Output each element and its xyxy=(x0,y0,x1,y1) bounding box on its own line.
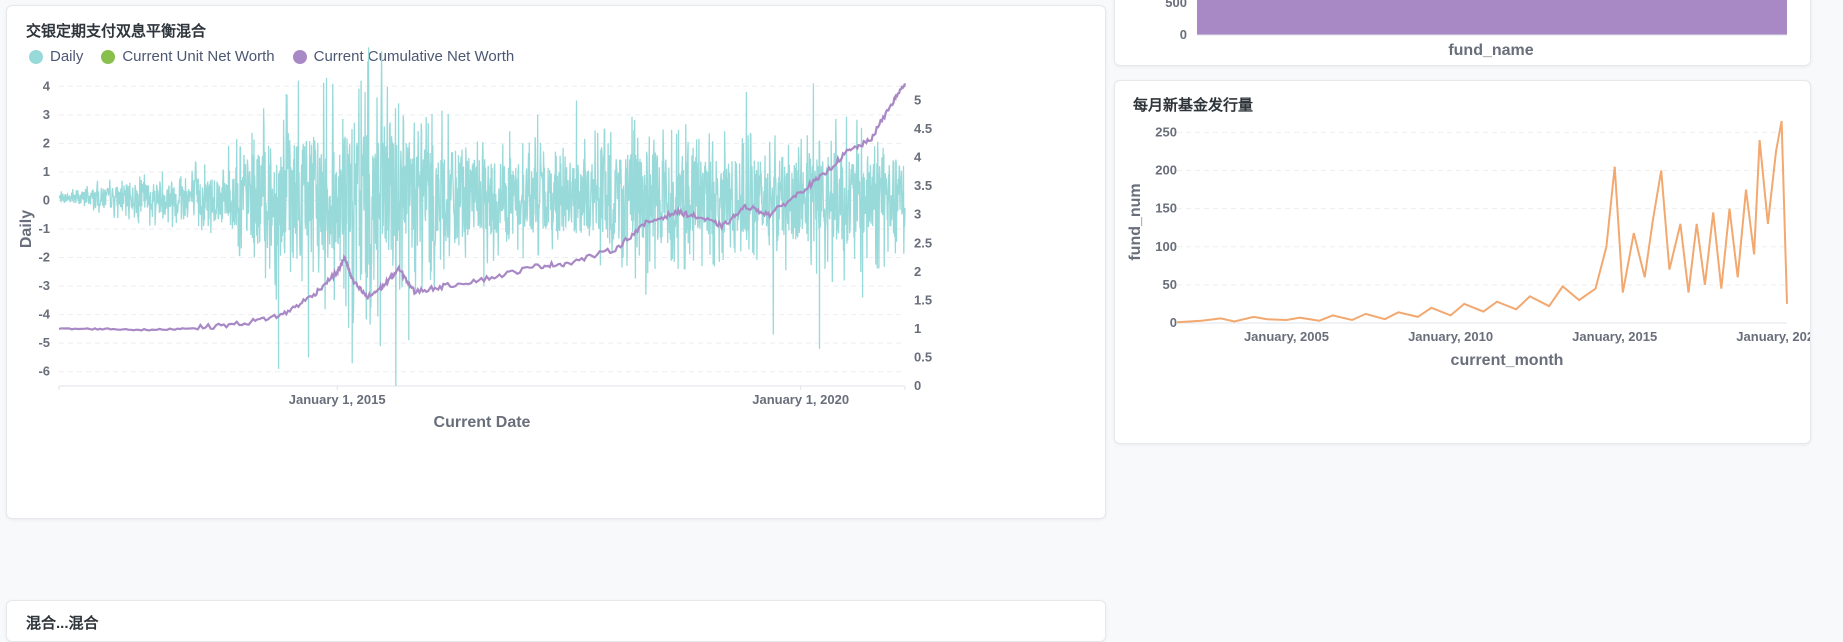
x-tick-label: January, 2010 xyxy=(1408,329,1493,344)
x-tick-label: January 1, 2020 xyxy=(752,392,849,407)
fund-name-bar-chart: 500 0 fund_name xyxy=(1165,0,1787,59)
x-axis-title: fund_name xyxy=(1448,42,1533,59)
y2-tick-label: 3.5 xyxy=(914,178,932,193)
main-chart-card: 交银定期支付双息平衡混合 Daily Current Unit Net Wort… xyxy=(6,5,1106,519)
card-title: 混合...混合 xyxy=(26,615,99,632)
y-tick-label: -1 xyxy=(38,221,50,236)
series-line-fund-num xyxy=(1176,120,1788,324)
y2-tick-label: 2 xyxy=(914,264,921,279)
y-tick-label: 0 xyxy=(1180,27,1187,42)
monthly-funds-line-chart: 250 200 150 100 50 0 January, 2005 January, 201… xyxy=(1127,120,1810,369)
y-tick-label: -5 xyxy=(38,335,50,350)
y-tick-label: -4 xyxy=(38,307,50,322)
y-axis-title: Daily xyxy=(18,210,35,248)
y2-tick-label: 5 xyxy=(914,93,921,108)
y2-tick-label: 0.5 xyxy=(914,349,932,364)
x-axis-title: current_month xyxy=(1451,352,1564,369)
y-tick-label: 150 xyxy=(1155,201,1177,216)
y2-tick-label: 1.5 xyxy=(914,292,932,307)
series-line-daily xyxy=(58,47,906,387)
y2-tick-label: 4 xyxy=(914,150,922,165)
y2-tick-label: 2.5 xyxy=(914,235,932,250)
y-tick-label: 0 xyxy=(1170,315,1177,330)
y2-tick-label: 4.5 xyxy=(914,121,932,136)
y-tick-label: 200 xyxy=(1155,163,1177,178)
y-tick-label: 100 xyxy=(1155,239,1177,254)
y-tick-label: -6 xyxy=(38,364,50,379)
monthly-funds-card: 每月新基金发行量 250 200 150 100 50 0 January, 2005 Jan… xyxy=(1114,80,1811,444)
y-tick-label: 250 xyxy=(1155,124,1177,139)
y-tick-label: 500 xyxy=(1165,0,1187,10)
x-tick-label: January, 2005 xyxy=(1244,329,1329,344)
main-line-chart: 4 3 2 1 0 -1 -2 -3 -4 -5 -6 5 4.5 4 3.5 3 2.5 2 1.5 1 0.5 0 Ja… xyxy=(18,47,932,431)
y-tick-label: 1 xyxy=(43,164,50,179)
y-tick-label: 2 xyxy=(43,135,50,150)
y-tick-label: 0 xyxy=(43,192,50,207)
y2-tick-label: 3 xyxy=(914,207,921,222)
fund-name-bar-card: 500 0 fund_name xyxy=(1114,0,1811,66)
y-axis-title: fund_num xyxy=(1127,183,1144,260)
y-tick-label: -2 xyxy=(38,250,50,265)
x-axis-title: Current Date xyxy=(434,414,531,431)
y-tick-label: 4 xyxy=(43,78,51,93)
y2-tick-label: 0 xyxy=(914,378,921,393)
x-tick-label: January 1, 2015 xyxy=(289,392,386,407)
y-tick-label: 3 xyxy=(43,107,50,122)
y-tick-label: 50 xyxy=(1163,277,1177,292)
bar[interactable] xyxy=(1197,0,1787,35)
x-tick-label: January, 2015 xyxy=(1572,329,1657,344)
y2-tick-label: 1 xyxy=(914,321,921,336)
y-tick-label: -3 xyxy=(38,278,50,293)
x-tick-label: January, 2020 xyxy=(1736,329,1810,344)
bottom-card: 混合...混合 xyxy=(6,600,1106,642)
